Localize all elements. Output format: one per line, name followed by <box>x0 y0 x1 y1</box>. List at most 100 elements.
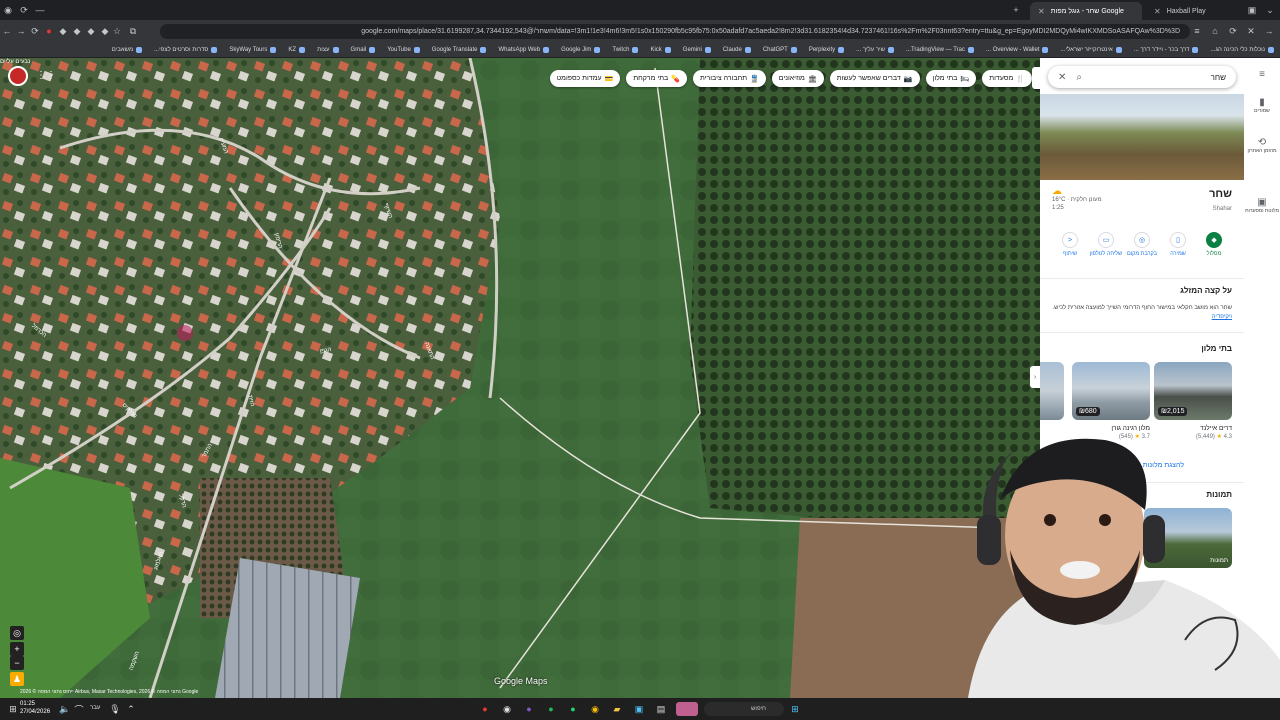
app-icon[interactable]: ● <box>478 702 492 716</box>
close-icon[interactable]: ✕ <box>1244 20 1258 42</box>
windows-icon[interactable]: ⊞ <box>788 702 802 716</box>
category-chip[interactable]: 🚆 תחבורה ציבורית <box>692 70 766 87</box>
reload-icon[interactable]: ⟳ <box>1226 20 1240 42</box>
minimize-icon[interactable]: — <box>32 0 48 20</box>
reload-icon[interactable]: ⟳ <box>16 0 32 20</box>
nearby-button[interactable]: ◎ בקרבת מקום <box>1124 232 1160 258</box>
tab-google-maps[interactable]: ✕ שחר - גוגל מפות Google <box>1030 2 1142 20</box>
whatsapp-icon[interactable]: ● <box>566 702 580 716</box>
category-chip[interactable]: 🛏 בתי מלון <box>925 70 977 87</box>
zoom-out-button[interactable]: − <box>10 656 24 670</box>
category-chip[interactable]: 💊 בתי מרקחת <box>626 70 687 87</box>
menu-icon[interactable]: ≡ <box>1190 20 1204 42</box>
recent-button[interactable]: ⟲ מהזמן האחרון <box>1244 138 1280 155</box>
place-hero-image[interactable] <box>1040 94 1244 180</box>
spotify-icon[interactable]: ● <box>544 702 558 716</box>
chevron-down-icon[interactable]: ⌄ <box>1262 0 1278 20</box>
close-icon[interactable]: ✕ <box>1058 72 1066 83</box>
collapse-panel-button[interactable]: › <box>1030 366 1040 388</box>
bookmark-item[interactable]: Google Jim <box>561 46 601 53</box>
category-chip[interactable]: 📷 דברים שאפשר לעשות <box>829 70 920 87</box>
tab-haxball[interactable]: ✕ Haxball Play <box>1146 2 1246 20</box>
bookmark-item[interactable]: אינטרוקייזר ישראלי... <box>1060 46 1122 53</box>
close-tab-icon[interactable]: ✕ <box>1154 7 1161 16</box>
apps-grid-icon[interactable]: ⋮⋮ <box>36 70 56 81</box>
bookmark-item[interactable]: Overview - Wallet ... <box>986 46 1049 53</box>
back-icon[interactable]: ← <box>0 20 14 42</box>
category-chip[interactable]: 🏛 מוזיאונים <box>771 70 824 87</box>
my-location-icon[interactable]: ◎ <box>10 626 24 640</box>
browser-logo-icon[interactable]: ◉ <box>0 0 16 20</box>
layers-button[interactable] <box>8 66 28 86</box>
app-icon[interactable]: ● <box>522 702 536 716</box>
directions-button[interactable]: ◆ מסלול <box>1196 232 1232 258</box>
menu-button[interactable]: ≡ <box>1244 70 1280 80</box>
forward-icon[interactable]: → <box>1262 20 1276 42</box>
chevron-up-icon[interactable]: ⌃ <box>124 702 138 716</box>
search-input[interactable]: שחר <box>1092 73 1226 82</box>
system-clock[interactable]: 01:25 27/04/2026 <box>20 700 50 716</box>
volume-icon[interactable]: 🔈 <box>58 702 72 716</box>
bookmark-item[interactable]: TradingView — Trac... <box>906 46 975 53</box>
app-icon[interactable]: ▤ <box>654 702 668 716</box>
bookmark-item[interactable]: Google Translate <box>432 46 487 53</box>
bookmark-item[interactable]: Perplexity <box>809 46 845 53</box>
cast-icon[interactable]: ⧉ <box>126 20 140 42</box>
bookmark-favicon-icon <box>968 46 975 53</box>
folder-icon[interactable]: ▰ <box>610 702 624 716</box>
extension-icon[interactable]: ◆ <box>84 20 98 42</box>
extension-icon[interactable]: ◆ <box>56 20 70 42</box>
bookmark-item[interactable]: WhatsApp Web <box>498 46 550 53</box>
bookmark-item[interactable]: Gmail <box>351 46 376 53</box>
bookmark-item[interactable]: Twitch <box>612 46 639 53</box>
bookmark-favicon-icon <box>887 46 894 53</box>
url-field[interactable]: google.com/maps/place/שחר/@31.6199287,34… <box>160 24 1190 39</box>
bookmark-item[interactable]: YouTube <box>387 46 420 53</box>
hotel-card[interactable] <box>1040 362 1064 420</box>
app-icon[interactable] <box>676 702 698 716</box>
share-button[interactable]: < שיתוף <box>1052 232 1088 258</box>
recent-place-button[interactable]: ▣ מלונות ומסעדות <box>1244 198 1280 215</box>
zoom-in-button[interactable]: + <box>10 642 24 656</box>
bookmark-item[interactable]: ChatGPT <box>763 46 797 53</box>
send-to-phone-button[interactable]: ▭ שליחה לטלפון <box>1088 232 1124 258</box>
start-icon[interactable]: ⊞ <box>6 702 20 716</box>
wikipedia-link[interactable]: ויקיפדיה <box>1212 314 1232 320</box>
forward-icon[interactable]: → <box>14 20 28 42</box>
saved-button[interactable]: ▮ שמורים <box>1244 97 1280 115</box>
pegman-icon[interactable]: ♟ <box>10 672 24 686</box>
satellite-map[interactable]: המעיין הרימון השיזף הגפן הזית התאנה הכרמ… <box>0 58 1040 698</box>
bookmark-item[interactable]: Claude <box>723 46 751 53</box>
app-icon[interactable]: ▣ <box>632 702 646 716</box>
bookmark-icon: ▮ <box>1259 97 1265 108</box>
wifi-icon[interactable]: ⌒ <box>72 702 86 716</box>
bookmark-item[interactable]: נוכלות כלי הכינה הג... <box>1210 46 1274 53</box>
new-tab-icon[interactable]: + <box>1008 0 1024 20</box>
bookmark-item[interactable]: שיר עליך ... <box>856 46 894 53</box>
close-tab-icon[interactable]: ✕ <box>1038 7 1045 16</box>
bookmark-item[interactable]: Kick <box>650 46 671 53</box>
star-icon[interactable]: ☆ <box>110 20 124 42</box>
save-button[interactable]: ▯ שמירה <box>1160 232 1196 258</box>
category-chip[interactable]: 🍴 מסעדות <box>982 70 1032 87</box>
extension-icon[interactable]: ● <box>42 20 56 42</box>
bookmark-item[interactable]: עצות <box>317 46 339 53</box>
bookmark-item[interactable]: סדרות וסרטים לצפי... <box>154 46 218 53</box>
input-language[interactable]: עבר <box>90 705 100 711</box>
bookmark-item[interactable]: משאבים <box>112 46 143 53</box>
extension-icon[interactable]: ◆ <box>70 20 84 42</box>
bookmark-item[interactable]: KZ <box>288 46 306 53</box>
home-icon[interactable]: ⌂ <box>1208 20 1222 42</box>
profile-icon[interactable]: ▣ <box>1244 0 1260 20</box>
app-icon[interactable]: ◉ <box>500 702 514 716</box>
bookmark-item[interactable]: SkyWay Tours <box>229 46 277 53</box>
category-chip[interactable]: 💳 עמדות כספומט <box>549 70 621 87</box>
bookmark-item[interactable]: דרך בכר - ויידר דרך ... <box>1134 46 1199 53</box>
chrome-icon[interactable]: ◉ <box>588 702 602 716</box>
search-box[interactable]: שחר ⌕ ✕ <box>1048 66 1236 88</box>
mic-icon[interactable]: 🎙 <box>108 702 122 716</box>
taskbar-search[interactable]: חיפוש <box>704 702 784 716</box>
bookmark-item[interactable]: Gemini <box>683 46 711 53</box>
search-icon[interactable]: ⌕ <box>1076 72 1082 83</box>
reload-icon[interactable]: ⟳ <box>28 20 42 42</box>
